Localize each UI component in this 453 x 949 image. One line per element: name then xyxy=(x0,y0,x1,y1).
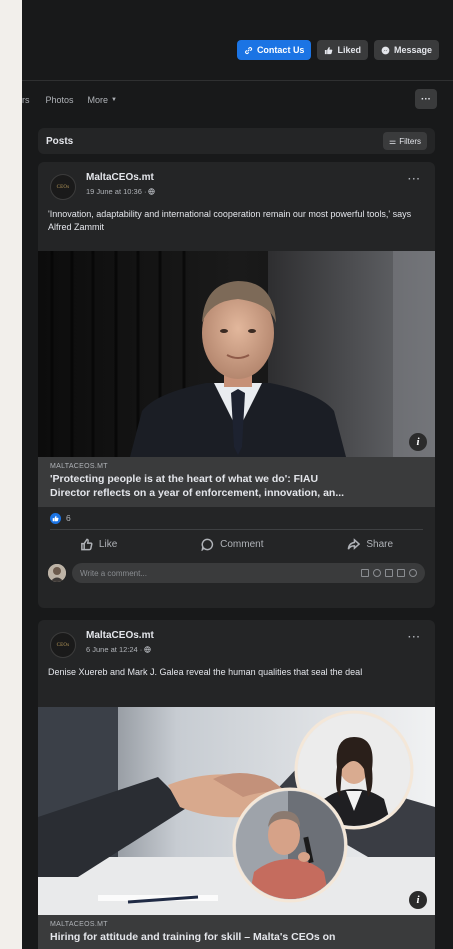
link-preview[interactable]: MALTACEOS.MT Hiring for attitude and tra… xyxy=(38,915,435,949)
post-actions: Like Comment Share xyxy=(38,530,435,558)
post-header: CEOs MaltaCEOs.mt 6 June at 12:24 · ··· xyxy=(38,620,435,660)
link-domain: MALTACEOS.MT xyxy=(50,921,108,928)
comment-button[interactable]: Comment xyxy=(201,538,264,551)
caret-down-icon: ▼ xyxy=(111,97,117,103)
globe-icon xyxy=(144,646,152,653)
page-avatar[interactable]: CEOs xyxy=(50,174,76,200)
comment-placeholder: Write a comment... xyxy=(80,568,147,578)
page-avatar[interactable]: CEOs xyxy=(50,632,76,658)
post-photo[interactable]: i xyxy=(38,707,435,915)
messenger-icon xyxy=(381,46,390,54)
info-icon[interactable]: i xyxy=(409,433,427,451)
liked-button[interactable]: Liked xyxy=(317,40,368,60)
share-button[interactable]: Share xyxy=(347,537,394,551)
gif-icon[interactable] xyxy=(397,569,405,577)
link-icon xyxy=(244,46,253,54)
header-divider xyxy=(22,80,453,81)
post-meta: 19 June at 10:36 · xyxy=(86,187,156,196)
tab-cut-off[interactable]: rs xyxy=(22,95,30,105)
avatar-sticker-icon[interactable] xyxy=(361,569,369,577)
page-background xyxy=(0,0,22,949)
avatar-logo-text: CEOs xyxy=(56,642,70,648)
post-author[interactable]: MaltaCEOs.mt xyxy=(86,172,154,183)
like-label: Like xyxy=(98,538,118,550)
filters-button[interactable]: ⚌ Filters xyxy=(383,132,427,150)
tab-photos[interactable]: Photos xyxy=(46,95,74,105)
post-header: CEOs MaltaCEOs.mt 19 June at 10:36 · ··· xyxy=(38,162,435,202)
avatar-logo-text: CEOs xyxy=(56,184,70,190)
like-button[interactable]: Like xyxy=(80,538,117,551)
comment-input[interactable]: Write a comment... xyxy=(72,563,425,583)
facebook-page: Contact Us Liked Message rs Photos More … xyxy=(22,0,453,949)
post-meta: 6 June at 12:24 · xyxy=(86,645,152,654)
comment-composer: Write a comment... xyxy=(38,558,435,588)
portrait-photo xyxy=(38,251,435,457)
reactions-summary[interactable]: 6 xyxy=(38,507,435,529)
posts-header: Posts ⚌ Filters xyxy=(38,128,435,154)
post-text: Denise Xuereb and Mark J. Galea reveal t… xyxy=(48,667,363,677)
handshake-photo xyxy=(38,707,435,915)
posts-title: Posts xyxy=(46,135,74,147)
reaction-count: 6 xyxy=(66,513,71,523)
link-title-line-1: Hiring for attitude and training for ski… xyxy=(50,931,336,943)
post-date[interactable]: 19 June at 10:36 · xyxy=(86,187,146,196)
profile-actions: Contact Us Liked Message xyxy=(236,40,439,60)
message-button[interactable]: Message xyxy=(373,40,439,60)
like-reaction-icon xyxy=(50,512,61,524)
user-avatar[interactable] xyxy=(48,564,66,582)
link-title-line-1: 'Protecting people is at the heart of wh… xyxy=(50,473,319,485)
tab-more[interactable]: More ▼ xyxy=(88,95,117,105)
thumbs-up-outline-icon xyxy=(81,538,93,550)
tabs-menu-button[interactable]: ··· xyxy=(415,89,437,109)
comment-tools xyxy=(361,569,417,577)
comment-label: Comment xyxy=(220,538,264,550)
filter-sliders-icon: ⚌ xyxy=(389,136,397,146)
profile-tabs: rs Photos More ▼ xyxy=(22,88,453,112)
comment-bubble-icon xyxy=(201,538,214,551)
message-label: Message xyxy=(393,45,432,55)
camera-icon[interactable] xyxy=(385,569,393,577)
post-options-icon[interactable]: ··· xyxy=(408,632,421,643)
dots-icon: ··· xyxy=(421,93,431,105)
user-avatar-image xyxy=(48,564,66,582)
post-card: CEOs MaltaCEOs.mt 6 June at 12:24 · ··· … xyxy=(38,620,435,949)
post-card: CEOs MaltaCEOs.mt 19 June at 10:36 · ···… xyxy=(38,162,435,608)
post-options-icon[interactable]: ··· xyxy=(408,174,421,185)
emoji-icon[interactable] xyxy=(373,569,381,577)
sticker-icon[interactable] xyxy=(409,569,417,577)
liked-label: Liked xyxy=(337,45,361,55)
globe-icon xyxy=(148,188,156,195)
info-icon[interactable]: i xyxy=(409,891,427,909)
tab-more-label: More xyxy=(87,95,109,105)
contact-us-button[interactable]: Contact Us xyxy=(236,40,312,60)
contact-us-label: Contact Us xyxy=(256,45,305,55)
link-domain: MALTACEOS.MT xyxy=(50,463,108,470)
post-author[interactable]: MaltaCEOs.mt xyxy=(86,630,154,641)
filters-label: Filters xyxy=(399,136,421,146)
post-text: 'Innovation, adaptability and internatio… xyxy=(48,209,412,232)
share-arrow-icon xyxy=(348,537,361,550)
post-photo[interactable]: i xyxy=(38,251,435,457)
link-title-line-2: Director reflects on a year of enforceme… xyxy=(50,487,345,499)
link-preview[interactable]: MALTACEOS.MT 'Protecting people is at th… xyxy=(38,457,435,507)
share-label: Share xyxy=(366,538,394,550)
thumbs-up-icon xyxy=(325,46,333,54)
post-date[interactable]: 6 June at 12:24 · xyxy=(86,645,142,654)
